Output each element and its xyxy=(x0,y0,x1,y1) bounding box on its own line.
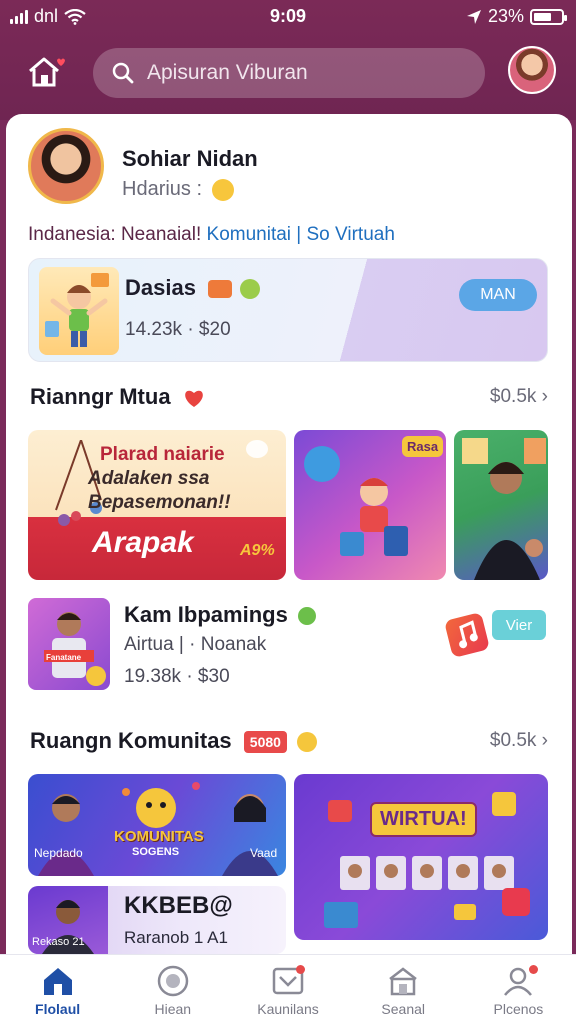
bottom-nav: Flolaul Hiean Kaunilans Seanal Plcenos xyxy=(0,954,576,1024)
nav-item-chat[interactable]: Kaunilans xyxy=(230,955,345,1024)
section-title-2: Ruangn Komunitas 5080 xyxy=(30,728,318,754)
heart-icon xyxy=(184,390,203,408)
thumb-label: Fanatane xyxy=(46,653,82,662)
profile-subtitle: Hdarius : xyxy=(122,178,234,201)
user-avatar[interactable] xyxy=(508,46,556,94)
profile-name: Sohiar Nidan xyxy=(122,146,258,171)
video-subtitle: Airtua | · Noanak xyxy=(124,634,267,655)
main-content: Sohiar Nidan Hdarius : Indanesia: Neanai… xyxy=(6,114,572,954)
tile3-sub: Raranob 1 A1 xyxy=(124,928,228,947)
section-see-more-2[interactable]: $0.5k › xyxy=(490,730,548,752)
app-header: dnl 9:09 23% xyxy=(0,0,576,120)
smile-emoji-icon xyxy=(211,178,234,201)
community-right-name: Vaad xyxy=(250,846,278,860)
tile2-badge: Rasa xyxy=(402,436,444,457)
battery-icon xyxy=(530,8,567,25)
profile-card[interactable]: Sohiar Nidan Hdarius : Indanesia: Neanai… xyxy=(28,128,548,248)
chevron-right-icon: › xyxy=(541,386,548,407)
video-list-item[interactable]: Fanatane Kam Ibpamings Airtua | · Noanak… xyxy=(28,598,548,698)
banner-title: Dasias xyxy=(125,275,261,301)
section-header-1: Rianngr Mtua $0.5k › xyxy=(30,382,548,416)
status-bar: dnl 9:09 23% xyxy=(0,0,576,36)
nav-item-explore[interactable]: Hiean xyxy=(115,955,230,1024)
nav-label-explore: Hiean xyxy=(154,1001,192,1017)
nav-label-home: Flolaul xyxy=(35,1001,81,1017)
nav-label-chat: Kaunilans xyxy=(257,1001,319,1017)
nav-item-home[interactable]: Flolaul xyxy=(0,955,115,1024)
community-left-name: Nepdado xyxy=(34,846,83,860)
video-grid-icon xyxy=(324,792,530,928)
section-title-2-text: Ruangn Komunitas xyxy=(30,728,232,753)
home-heart-icon[interactable] xyxy=(26,54,66,90)
tile3-title: KKBEB@ xyxy=(124,892,233,919)
video-thumbnail[interactable]: Fanatane xyxy=(28,598,110,690)
promo-tile-1[interactable]: Plarad naiarie Adalaken ssa Bepasemonan!… xyxy=(28,430,286,580)
view-button[interactable]: Vier xyxy=(492,610,546,640)
tile1-headline: Arapak xyxy=(92,526,194,559)
community-tile-3[interactable]: Rekaso 21 KKBEB@ Raranob 1 A1 xyxy=(28,886,286,954)
search-input[interactable] xyxy=(147,61,467,85)
video-title-text: Kam Ibpamings xyxy=(124,602,288,627)
profile-tagline: Indanesia: Neanaial! Komunitai | So Virt… xyxy=(28,224,395,246)
section-header-2: Ruangn Komunitas 5080 $0.5k › xyxy=(30,726,548,760)
battery-group: 23% xyxy=(466,6,567,27)
video-title: Kam Ibpamings xyxy=(124,602,316,628)
section-title-1: Rianngr Mtua xyxy=(30,384,205,410)
home-icon xyxy=(43,968,72,995)
nav-label-store: Seanal xyxy=(381,1001,425,1017)
explore-icon xyxy=(157,965,189,997)
kid-illustration-icon xyxy=(39,267,119,355)
speech-bubble-icon xyxy=(246,440,268,458)
member-caption: Rekaso 21 xyxy=(32,936,85,948)
section-more-2-text: $0.5k xyxy=(489,730,537,751)
tile1-line3: Bepasemonan!! xyxy=(88,492,231,513)
store-icon xyxy=(389,967,417,996)
section-more-1-text: $0.5k xyxy=(489,386,537,407)
chevron-right-icon: › xyxy=(541,730,548,751)
tile1-line2: Adalaken ssa xyxy=(88,468,210,489)
presenter-icon xyxy=(44,612,106,686)
promo-tile-2[interactable]: Rasa xyxy=(294,430,446,580)
woman-photo-icon xyxy=(462,438,546,580)
banner-meta: 14.23k · $20 xyxy=(125,319,231,340)
battery-percent: 23% xyxy=(487,6,524,26)
tagline-primary: Indanesia: Neanaial! xyxy=(28,224,202,245)
promo-tile-3[interactable] xyxy=(454,430,548,580)
nav-item-store[interactable]: Seanal xyxy=(346,955,461,1024)
feature-banner[interactable]: Dasias 14.23k · $20 MAN xyxy=(28,258,548,362)
community-group-icon xyxy=(38,782,278,876)
profile-subtitle-text: Hdarius : xyxy=(122,178,203,200)
search-bar[interactable] xyxy=(93,48,485,98)
section-see-more-1[interactable]: $0.5k › xyxy=(490,386,548,408)
section-title-1-text: Rianngr Mtua xyxy=(30,384,171,409)
video-meta: 19.38k · $30 xyxy=(124,666,230,687)
tile1-line1: Plarad naiarie xyxy=(100,444,225,465)
profile-notification-dot xyxy=(528,965,538,974)
nav-item-profile[interactable]: Plcenos xyxy=(461,955,576,1024)
community-tile-1[interactable]: KOMUNITAS SOGENS Nepdado Vaad xyxy=(28,774,286,876)
section-badge: 5080 xyxy=(243,731,287,754)
banner-action-button[interactable]: MAN xyxy=(459,279,537,311)
nav-label-profile: Plcenos xyxy=(493,1001,544,1017)
community-sublabel: SOGENS xyxy=(132,846,180,858)
profile-avatar[interactable] xyxy=(28,128,104,204)
music-note-icon[interactable] xyxy=(443,611,491,659)
tile1-tag: A9% xyxy=(240,542,275,559)
character-icon xyxy=(340,478,408,556)
tagline-link[interactable]: Komunitai | So Virtuah xyxy=(207,224,395,245)
banner-title-text: Dasias xyxy=(125,275,196,300)
virtual-banner: WIRTUA! xyxy=(370,802,477,837)
verified-icon xyxy=(297,607,316,626)
search-icon xyxy=(112,62,134,84)
tag-badge-icon xyxy=(208,280,233,299)
leaf-badge-icon xyxy=(240,279,261,300)
community-label: KOMUNITAS xyxy=(114,828,204,845)
location-icon xyxy=(466,9,481,24)
star-icon xyxy=(297,732,318,753)
community-tile-2[interactable]: WIRTUA! xyxy=(294,774,548,940)
